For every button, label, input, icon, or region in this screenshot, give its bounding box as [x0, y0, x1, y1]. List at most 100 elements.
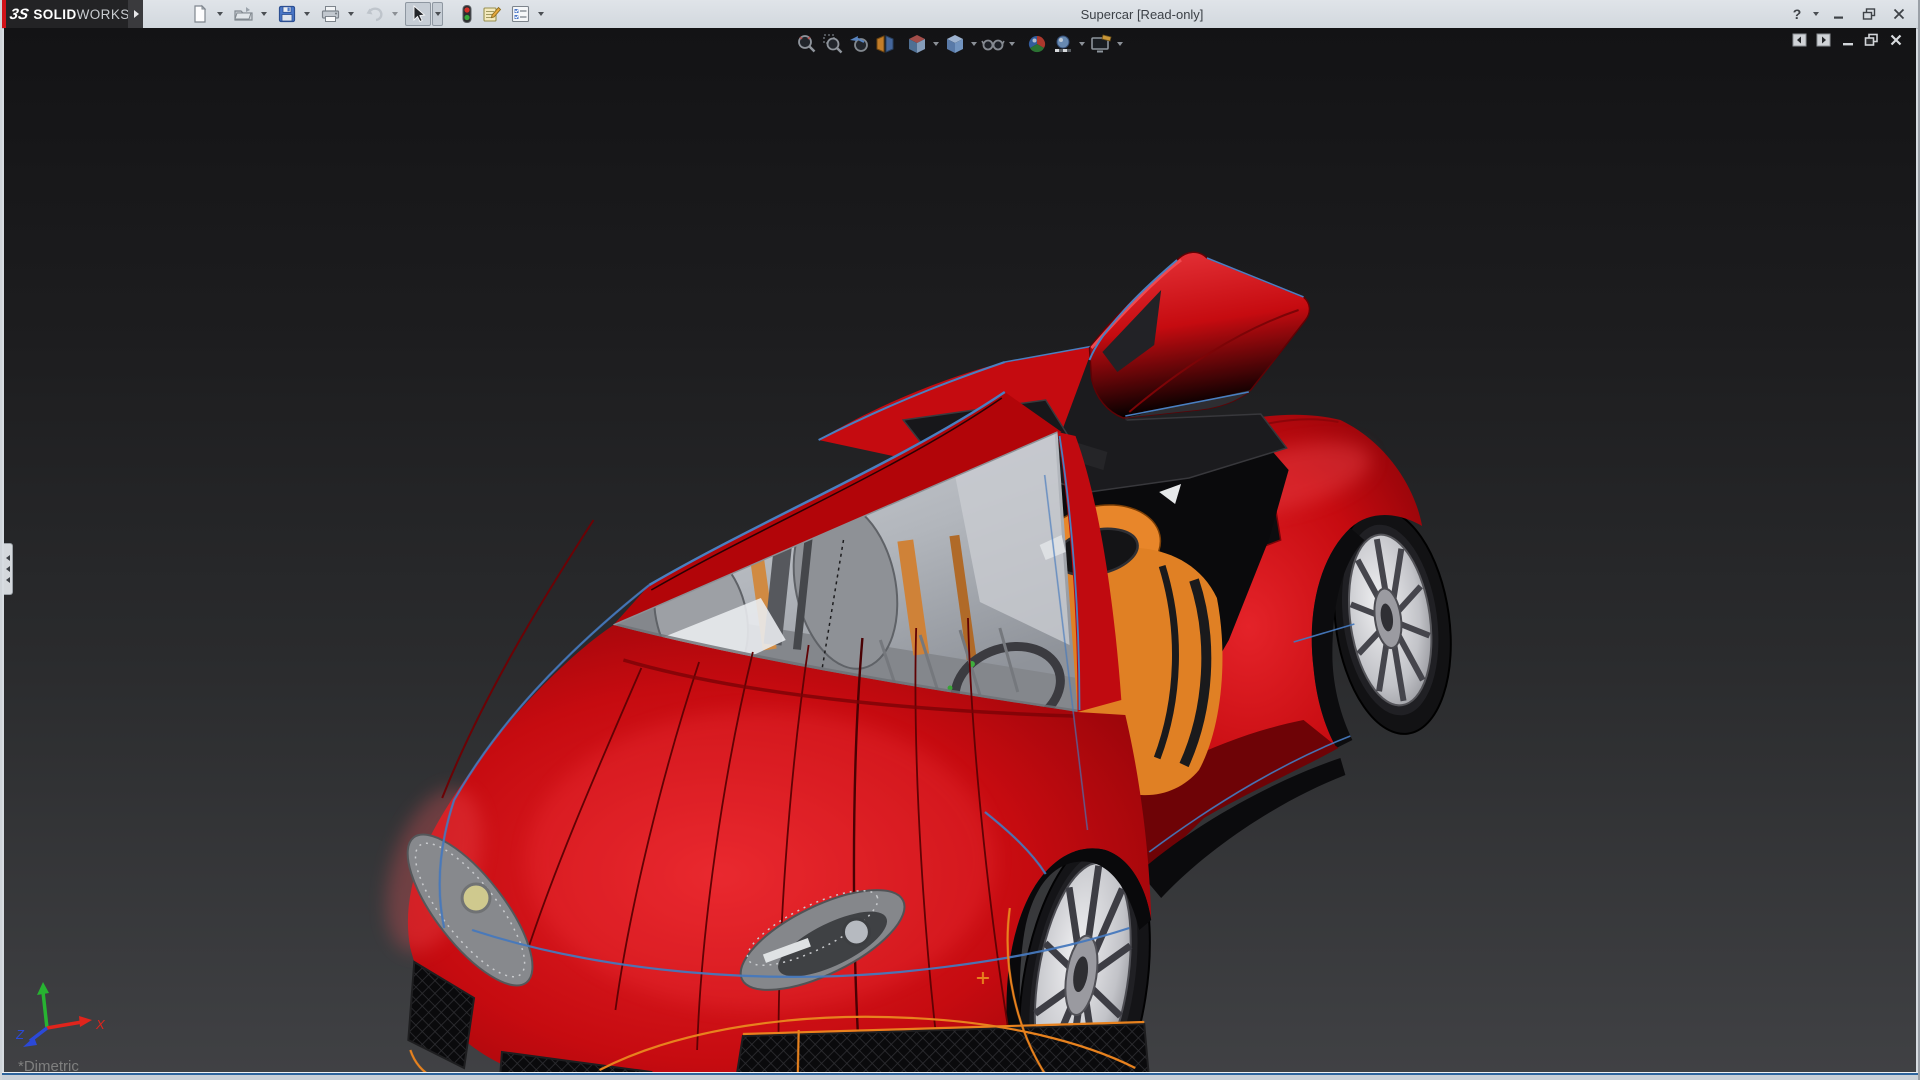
zoom-to-area-button[interactable]: [820, 31, 846, 57]
view-settings-dropdown[interactable]: [1114, 31, 1126, 57]
view-orientation-button[interactable]: [904, 31, 930, 57]
graphics-area[interactable]: X Z *Dimetric: [4, 28, 1916, 1072]
triad-x-label: X: [95, 1017, 106, 1032]
zoom-to-fit-button[interactable]: [794, 31, 820, 57]
display-style-dropdown[interactable]: [968, 31, 980, 57]
pane-expand-right-icon: [1816, 33, 1831, 46]
restore-button[interactable]: [1856, 3, 1882, 25]
panel-splitter-tab[interactable]: [4, 543, 13, 595]
triad-z-label: Z: [16, 1027, 25, 1042]
chevron-left-icon: [6, 577, 10, 583]
file-properties-button[interactable]: [478, 2, 505, 26]
rebuild-traffic-light-icon: [462, 5, 472, 23]
save-button[interactable]: [274, 2, 300, 26]
print-dropdown[interactable]: [345, 2, 356, 26]
view-orientation-icon: [909, 35, 925, 53]
select-arrow-icon: [413, 5, 426, 23]
save-icon: [278, 5, 296, 23]
hide-show-items-icon: [981, 39, 1005, 51]
flyout-arrow-icon: [134, 10, 139, 18]
help-button[interactable]: ?: [1788, 3, 1806, 25]
car-model[interactable]: [4, 28, 1916, 1072]
apply-scene-icon: [1055, 35, 1071, 52]
caret-down-icon: [216, 12, 223, 16]
minimize-button[interactable]: [1826, 3, 1852, 25]
file-properties-icon: [483, 6, 502, 22]
doc-restore-button[interactable]: [1863, 32, 1880, 47]
select-button[interactable]: [405, 2, 431, 26]
options-button[interactable]: [507, 2, 534, 26]
doc-minimize-icon: [1842, 42, 1853, 45]
caret-down-icon: [1813, 12, 1819, 16]
section-view-icon: [876, 35, 894, 53]
hide-show-items-button[interactable]: [980, 31, 1006, 57]
save-dropdown[interactable]: [301, 2, 312, 26]
apply-scene-dropdown[interactable]: [1076, 31, 1088, 57]
chevron-left-icon: [6, 555, 10, 561]
status-bar: [2, 1072, 1918, 1080]
minimize-icon: [1834, 16, 1843, 19]
open-button[interactable]: [230, 2, 257, 26]
pane-expand-left-button[interactable]: [1791, 32, 1808, 47]
brand-name-works: WORKS: [76, 6, 130, 22]
apply-scene-button[interactable]: [1050, 31, 1076, 57]
caret-down-icon: [1009, 42, 1015, 46]
caret-down-icon: [537, 12, 544, 16]
open-dropdown[interactable]: [258, 2, 269, 26]
caret-down-icon: [971, 42, 977, 46]
edit-appearance-button[interactable]: [1024, 31, 1050, 57]
triad-y-arrowhead: [37, 982, 49, 995]
undo-button[interactable]: [361, 2, 388, 26]
document-window-controls: [1791, 32, 1904, 47]
help-dropdown[interactable]: [1810, 3, 1822, 25]
section-view-button[interactable]: [872, 31, 898, 57]
chevron-left-icon: [6, 566, 10, 572]
zoom-to-area-icon: [823, 34, 843, 54]
new-document-dropdown[interactable]: [214, 2, 225, 26]
close-button[interactable]: [1886, 3, 1912, 25]
window-controls: ?: [1788, 0, 1912, 28]
view-orientation-dropdown[interactable]: [930, 31, 942, 57]
undo-dropdown[interactable]: [389, 2, 400, 26]
doc-minimize-button[interactable]: [1839, 32, 1856, 47]
caret-down-icon: [1117, 42, 1123, 46]
dassault-3s-glyph: 3S: [8, 5, 31, 23]
main-toolbar: [160, 0, 550, 28]
solidworks-window: 3S SOLID WORKS Supercar [Read-only] ? X …: [0, 0, 1920, 1080]
orientation-triad: X Z: [15, 979, 112, 1058]
doc-close-button[interactable]: [1887, 32, 1904, 47]
restore-icon: [1862, 8, 1876, 20]
window-title: Supercar [Read-only]: [1080, 6, 1204, 22]
help-icon: ?: [1792, 6, 1802, 22]
doc-restore-icon: [1864, 33, 1878, 46]
previous-view-button[interactable]: [846, 31, 872, 57]
doc-close-icon: [1890, 34, 1901, 45]
print-icon: [321, 6, 340, 22]
options-dropdown[interactable]: [535, 2, 546, 26]
new-document-button[interactable]: [187, 2, 213, 26]
previous-view-icon: [850, 36, 868, 52]
triad-x-axis: [46, 1020, 83, 1030]
title-bar: 3S SOLID WORKS Supercar [Read-only] ?: [2, 0, 1918, 29]
caret-down-icon: [260, 12, 267, 16]
pane-expand-left-icon: [1792, 33, 1807, 46]
view-settings-icon: [1091, 34, 1112, 53]
menu-flyout-arrow[interactable]: [128, 0, 143, 28]
solidworks-logo: 3S SOLID WORKS: [2, 0, 130, 28]
caret-down-icon: [933, 42, 939, 46]
caret-down-icon: [1079, 42, 1085, 46]
rebuild-button[interactable]: [458, 2, 476, 26]
hide-show-items-dropdown[interactable]: [1006, 31, 1018, 57]
undo-icon: [366, 7, 383, 22]
display-style-icon: [947, 35, 963, 53]
print-button[interactable]: [317, 2, 344, 26]
open-door[interactable]: [1088, 251, 1311, 419]
close-icon: [1893, 8, 1905, 20]
view-settings-button[interactable]: [1088, 31, 1114, 57]
select-dropdown[interactable]: [432, 2, 443, 26]
pane-expand-right-button[interactable]: [1815, 32, 1832, 47]
options-icon: [511, 5, 530, 23]
display-style-button[interactable]: [942, 31, 968, 57]
new-document-icon: [194, 4, 207, 23]
brand-name-solid: SOLID: [33, 6, 77, 22]
